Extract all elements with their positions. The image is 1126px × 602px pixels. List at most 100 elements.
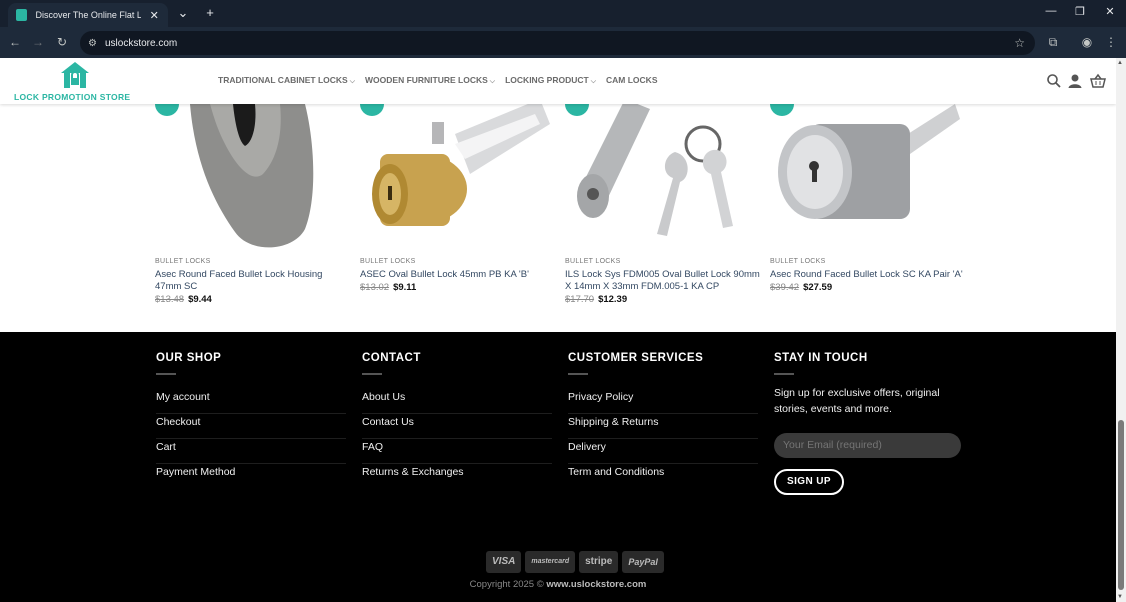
window-close-icon[interactable]: ✕	[1100, 5, 1120, 18]
site-logo[interactable]: LOCK PROMOTION STORE	[14, 61, 138, 102]
old-price: $39.42	[770, 282, 800, 293]
sale-price: $9.11	[393, 282, 417, 293]
new-tab-icon[interactable]: +	[201, 5, 219, 20]
footer-link-faq[interactable]: FAQ	[362, 439, 552, 464]
site-header: LOCK PROMOTION STORE TRADITIONAL CABINET…	[0, 58, 1116, 104]
product-card[interactable]: BULLET LOCKS Asec Round Faced Bullet Loc…	[770, 104, 965, 332]
site-info-icon[interactable]: ⚙	[88, 38, 97, 49]
tab-title: Discover The Online Flat Locks /	[35, 10, 141, 20]
footer-link-cart[interactable]: Cart	[156, 439, 346, 464]
product-photo-brass-bullet-lock	[372, 104, 550, 226]
browser-tab[interactable]: Discover The Online Flat Locks / ✕	[8, 3, 168, 27]
product-image[interactable]	[565, 104, 760, 249]
chevron-down-icon: ⌵	[590, 78, 597, 85]
signup-button[interactable]: SIGN UP	[774, 469, 844, 495]
account-user-icon[interactable]	[1067, 73, 1083, 89]
footer-link-shipping-returns[interactable]: Shipping & Returns	[568, 414, 758, 439]
tab-search-chevron-icon[interactable]: ⌄	[174, 5, 192, 21]
nav-cam-locks[interactable]: CAM LOCKS	[606, 75, 657, 86]
footer-link-my-account[interactable]: My account	[156, 389, 346, 414]
footer-link-payment-method[interactable]: Payment Method	[156, 464, 346, 489]
scroll-up-icon[interactable]: ▲	[1117, 60, 1123, 66]
chevron-down-icon: ⌵	[349, 78, 356, 85]
product-card[interactable]: BULLET LOCKS Asec Round Faced Bullet Loc…	[155, 104, 350, 332]
product-title[interactable]: ILS Lock Sys FDM005 Oval Bullet Lock 90m…	[565, 269, 760, 293]
footer-link-about-us[interactable]: About Us	[362, 389, 552, 414]
product-title[interactable]: Asec Round Faced Bullet Lock Housing 47m…	[155, 269, 350, 293]
nav-label: LOCKING PRODUCT	[505, 75, 589, 85]
product-price: $39.42 $27.59	[770, 282, 832, 293]
copyright: Copyright 2025 © www.uslockstore.com	[0, 579, 1116, 590]
old-price: $13.48	[155, 294, 185, 305]
footer-link-privacy-policy[interactable]: Privacy Policy	[568, 389, 758, 414]
product-image[interactable]	[155, 104, 350, 249]
logo-text: LOCK PROMOTION STORE	[14, 92, 131, 102]
stripe-icon: stripe	[579, 551, 619, 573]
nav-traditional-cabinet-locks[interactable]: TRADITIONAL CABINET LOCKS ⌵	[218, 75, 355, 86]
back-icon[interactable]: ←	[7, 35, 23, 49]
newsletter-email-input[interactable]	[774, 433, 961, 458]
minimize-icon[interactable]: —	[1041, 5, 1061, 17]
footer-heading: CONTACT	[362, 352, 421, 364]
footer-heading: STAY IN TOUCH	[774, 352, 868, 364]
product-price: $13.48 $9.44	[155, 294, 212, 305]
browser-tab-strip: Discover The Online Flat Locks / ✕ ⌄ + —…	[0, 0, 1126, 27]
heading-divider	[568, 373, 588, 375]
product-category[interactable]: BULLET LOCKS	[770, 258, 826, 265]
nav-label: TRADITIONAL CABINET LOCKS	[218, 75, 348, 85]
product-category[interactable]: BULLET LOCKS	[565, 258, 621, 265]
heading-divider	[362, 373, 382, 375]
product-title[interactable]: Asec Round Faced Bullet Lock SC KA Pair …	[770, 269, 965, 281]
address-url[interactable]: uslockstore.com	[105, 38, 177, 49]
footer-col-stay-in-touch: STAY IN TOUCH Sign up for exclusive offe…	[774, 352, 964, 495]
product-category[interactable]: BULLET LOCKS	[155, 258, 211, 265]
profile-icon[interactable]: ◉	[1079, 35, 1095, 49]
extensions-icon[interactable]: ⧉	[1045, 35, 1061, 50]
footer-heading: OUR SHOP	[156, 352, 222, 364]
footer-col-our-shop: OUR SHOP My account Checkout Cart Paymen…	[156, 352, 346, 489]
footer-col-contact: CONTACT About Us Contact Us FAQ Returns …	[362, 352, 552, 489]
address-bar[interactable]: ⚙ uslockstore.com ☆	[80, 31, 1035, 55]
forward-icon[interactable]: →	[30, 35, 46, 49]
product-card[interactable]: BULLET LOCKS ILS Lock Sys FDM005 Oval Bu…	[565, 104, 760, 332]
nav-locking-product[interactable]: LOCKING PRODUCT ⌵	[505, 75, 596, 86]
product-category[interactable]: BULLET LOCKS	[360, 258, 416, 265]
mastercard-icon: mastercard	[525, 551, 576, 573]
chevron-down-icon: ⌵	[489, 78, 496, 85]
scroll-down-icon[interactable]: ▼	[1117, 594, 1123, 600]
copyright-site-link[interactable]: www.uslockstore.com	[546, 579, 646, 590]
old-price: $13.02	[360, 282, 390, 293]
footer-link-contact-us[interactable]: Contact Us	[362, 414, 552, 439]
paypal-icon: PayPal	[622, 551, 664, 573]
page-scrollbar[interactable]: ▲ ▼	[1116, 58, 1126, 602]
sale-price: $12.39	[598, 294, 628, 305]
product-title[interactable]: ASEC Oval Bullet Lock 45mm PB KA 'B'	[360, 269, 555, 281]
product-price: $13.02 $9.11	[360, 282, 416, 293]
sale-price: $27.59	[803, 282, 833, 293]
search-icon[interactable]	[1046, 73, 1062, 89]
scrollbar-thumb[interactable]	[1118, 420, 1124, 590]
nav-wooden-furniture-locks[interactable]: WOODEN FURNITURE LOCKS ⌵	[365, 75, 495, 86]
bookmark-star-icon[interactable]: ☆	[1014, 36, 1025, 50]
browser-toolbar: ← → ↻ ⚙ uslockstore.com ☆ ⧉ ◉ ⋮	[0, 27, 1126, 58]
tab-close-icon[interactable]: ✕	[149, 9, 160, 22]
heading-divider	[774, 373, 794, 375]
sale-price: $9.44	[188, 294, 212, 305]
site-footer: OUR SHOP My account Checkout Cart Paymen…	[0, 332, 1116, 602]
product-card[interactable]: BULLET LOCKS ASEC Oval Bullet Lock 45mm …	[360, 104, 555, 332]
house-lock-logo-icon	[61, 62, 89, 88]
payment-icons: VISA mastercard stripe PayPal	[486, 551, 664, 573]
footer-link-checkout[interactable]: Checkout	[156, 414, 346, 439]
footer-link-delivery[interactable]: Delivery	[568, 439, 758, 464]
product-image[interactable]	[360, 104, 555, 249]
product-grid: BULLET LOCKS Asec Round Faced Bullet Loc…	[0, 104, 1116, 332]
cart-basket-icon[interactable]	[1090, 73, 1106, 89]
product-photo-bullet-lock-keys	[577, 104, 733, 236]
heading-divider	[156, 373, 176, 375]
footer-link-returns-exchanges[interactable]: Returns & Exchanges	[362, 464, 552, 489]
browser-menu-icon[interactable]: ⋮	[1103, 35, 1119, 49]
product-image[interactable]	[770, 104, 965, 249]
reload-icon[interactable]: ↻	[54, 35, 70, 49]
restore-icon[interactable]: ❐	[1070, 5, 1090, 18]
footer-link-terms[interactable]: Term and Conditions	[568, 464, 758, 489]
